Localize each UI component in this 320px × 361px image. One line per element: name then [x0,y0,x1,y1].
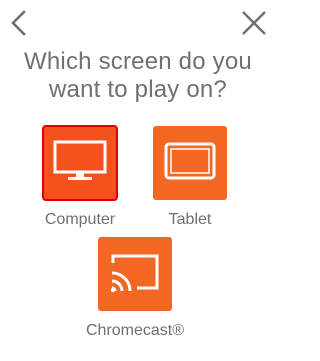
device-option-chromecast[interactable]: Chromecast® [75,237,195,340]
device-label-tablet: Tablet [168,211,212,228]
tablet-tile[interactable] [153,126,227,200]
chevron-left-icon [8,9,28,37]
device-option-tablet[interactable]: Tablet [130,126,250,229]
close-icon [241,10,267,36]
back-button[interactable] [2,6,34,40]
device-label-computer: Computer [44,211,116,228]
monitor-icon [53,139,107,188]
chromecast-icon [109,251,161,298]
tablet-icon [163,141,217,186]
computer-tile[interactable] [42,125,118,201]
page-title: Which screen do you want to play on? [24,48,252,103]
device-option-computer[interactable]: Computer [20,125,140,229]
close-button[interactable] [238,6,270,40]
device-label-chromecast: Chromecast® [85,322,185,339]
chromecast-tile[interactable] [98,237,172,311]
